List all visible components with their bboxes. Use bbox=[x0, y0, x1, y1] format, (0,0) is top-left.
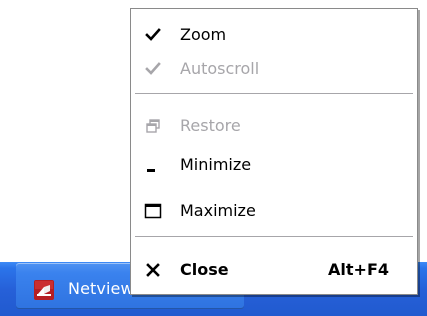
menu-separator bbox=[135, 93, 413, 95]
menu-item-label: Restore bbox=[180, 116, 241, 135]
menu-item-shortcut: Alt+F4 bbox=[328, 260, 389, 279]
menu-item-minimize[interactable]: Minimize bbox=[131, 149, 417, 181]
window-context-menu: Zoom Autoscroll Restore Minimize Maximiz… bbox=[130, 8, 418, 295]
menu-item-label: Autoscroll bbox=[180, 59, 260, 78]
netviewer-app-icon bbox=[34, 280, 54, 300]
menu-item-maximize[interactable]: Maximize bbox=[131, 195, 417, 227]
menu-item-zoom[interactable]: Zoom bbox=[131, 19, 417, 51]
restore-window-icon bbox=[141, 114, 165, 138]
menu-item-label: Close bbox=[180, 260, 229, 279]
menu-item-close[interactable]: Close Alt+F4 bbox=[131, 254, 417, 286]
menu-item-label: Maximize bbox=[180, 201, 256, 220]
menu-item-restore: Restore bbox=[131, 110, 417, 142]
menu-separator bbox=[135, 236, 413, 238]
checkmark-icon bbox=[141, 23, 165, 47]
menu-item-label: Minimize bbox=[180, 155, 252, 174]
checkmark-icon bbox=[141, 57, 165, 81]
minimize-icon bbox=[141, 153, 165, 177]
menu-item-autoscroll: Autoscroll bbox=[131, 53, 417, 85]
maximize-icon bbox=[141, 199, 165, 223]
close-icon bbox=[141, 258, 165, 282]
screen: Netviewer Zoom Autoscroll Restore Minimi… bbox=[0, 0, 427, 316]
menu-item-label: Zoom bbox=[180, 25, 227, 44]
